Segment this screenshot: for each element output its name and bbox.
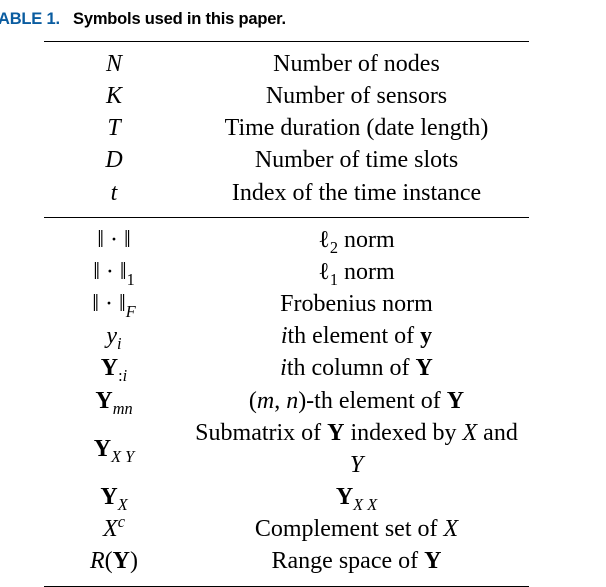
caption-label: ABLE 1. [0, 10, 60, 28]
symbol-cell: R(Y) [44, 545, 184, 586]
symbol-cell: N [44, 42, 184, 81]
symbol-cell: T [44, 112, 184, 144]
symbol-cell: yi [44, 320, 184, 352]
table-row: Ymn(m, n)-th element of Y [44, 385, 529, 417]
table-row: ‖ · ‖ℓ2 norm [44, 217, 529, 256]
description-cell: ith element of y [184, 320, 529, 352]
description-cell: YX X [184, 481, 529, 513]
description-cell: Frobenius norm [184, 288, 529, 320]
symbol-cell: Xc [44, 513, 184, 545]
symbol-cell: Y:i [44, 352, 184, 384]
table-row: XcComplement set of X [44, 513, 529, 545]
description-cell: Range space of Y [184, 545, 529, 586]
description-cell: Number of time slots [184, 144, 529, 176]
description-cell: Time duration (date length) [184, 112, 529, 144]
symbol-cell: YX [44, 481, 184, 513]
description-cell: Number of sensors [184, 80, 529, 112]
description-cell: (m, n)-th element of Y [184, 385, 529, 417]
symbols-table: NNumber of nodes KNumber of sensors TTim… [44, 41, 529, 587]
symbol-cell: Ymn [44, 385, 184, 417]
table-row: KNumber of sensors [44, 80, 529, 112]
table-row: YX YSubmatrix of Y indexed by X and Y [44, 417, 529, 481]
symbol-cell: ‖ · ‖ [44, 217, 184, 256]
description-cell: Index of the time instance [184, 177, 529, 218]
table-row: ‖ · ‖1ℓ1 norm [44, 256, 529, 288]
symbol-cell: D [44, 144, 184, 176]
description-cell: ℓ2 norm [184, 217, 529, 256]
symbol-cell: YX Y [44, 417, 184, 481]
table-row: tIndex of the time instance [44, 177, 529, 218]
caption-text: Symbols used in this paper. [73, 10, 286, 28]
table-row: DNumber of time slots [44, 144, 529, 176]
table-row: YXYX X [44, 481, 529, 513]
table-group-2: ‖ · ‖ℓ2 norm ‖ · ‖1ℓ1 norm ‖ · ‖FFrobeni… [44, 217, 529, 586]
description-cell: ith column of Y [184, 352, 529, 384]
table-row: Y:iith column of Y [44, 352, 529, 384]
symbol-cell: t [44, 177, 184, 218]
table-row: TTime duration (date length) [44, 112, 529, 144]
table-row: R(Y)Range space of Y [44, 545, 529, 586]
table-row: yiith element of y [44, 320, 529, 352]
description-cell: Submatrix of Y indexed by X and Y [184, 417, 529, 481]
symbol-cell: ‖ · ‖F [44, 288, 184, 320]
table-row: ‖ · ‖FFrobenius norm [44, 288, 529, 320]
table-group-1: NNumber of nodes KNumber of sensors TTim… [44, 42, 529, 218]
description-cell: Complement set of X [184, 513, 529, 545]
symbol-cell: ‖ · ‖1 [44, 256, 184, 288]
symbol-cell: K [44, 80, 184, 112]
description-cell: Number of nodes [184, 42, 529, 81]
description-cell: ℓ1 norm [184, 256, 529, 288]
table-row: NNumber of nodes [44, 42, 529, 81]
table-caption: ABLE 1. Symbols used in this paper. [0, 10, 586, 29]
